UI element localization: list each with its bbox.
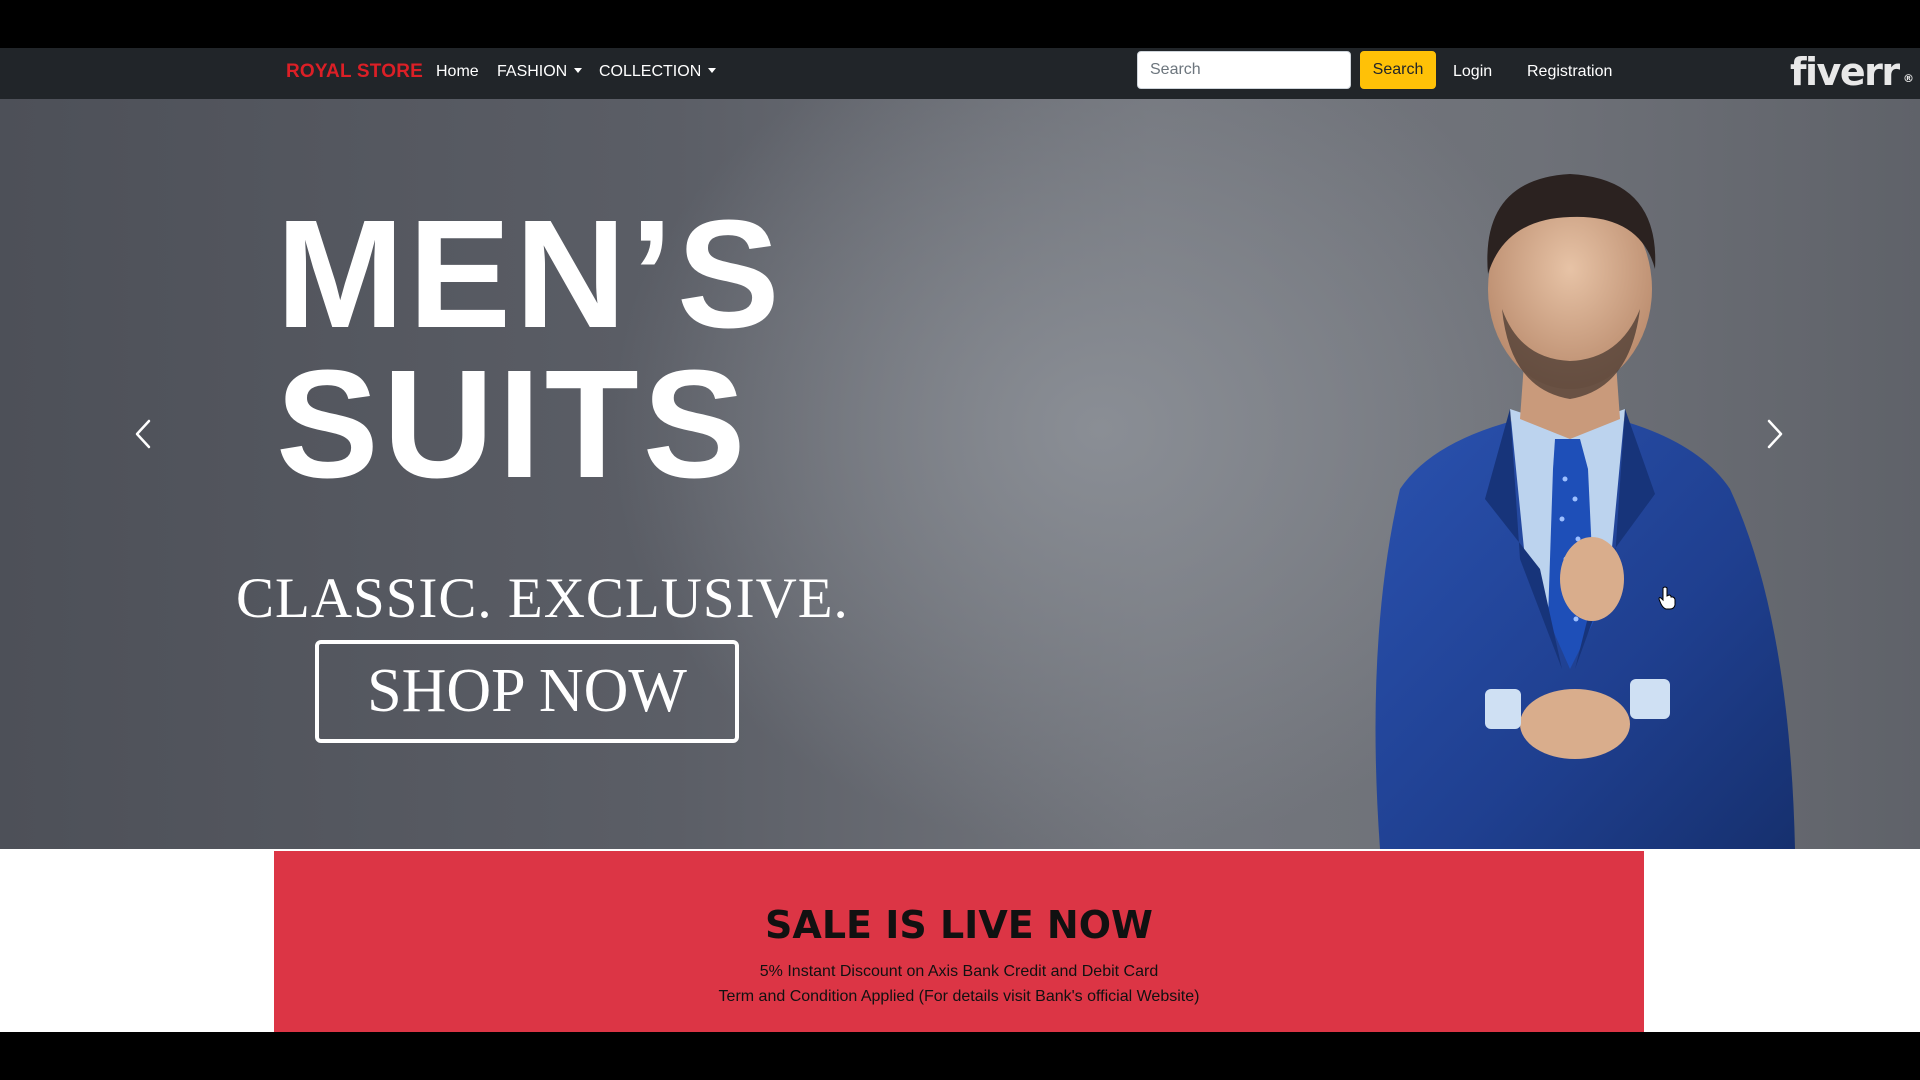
search-input[interactable] [1137,51,1351,89]
nav-fashion-label: FASHION [497,63,568,80]
hero-carousel: MEN’S SUITS CLASSIC. EXCLUSIVE. SHOP NOW [0,99,1920,849]
sale-terms-text: Term and Condition Applied (For details … [718,988,1200,1005]
shop-now-button[interactable]: SHOP NOW [315,640,739,743]
chevron-left-icon [135,419,151,449]
carousel-prev-button[interactable] [113,399,173,469]
brand-logo[interactable]: ROYAL STORE [286,61,423,83]
sale-discount-text: 5% Instant Discount on Axis Bank Credit … [759,963,1159,980]
navbar: ROYAL STORE Home FASHION COLLECTION Sear… [0,48,1920,99]
sale-banner: SALE IS LIVE NOW 5% Instant Discount on … [274,851,1644,1032]
model-image [1375,174,1795,849]
fiverr-watermark: fiverr ® [1790,50,1914,94]
registered-mark: ® [1903,72,1914,85]
nav-collection-dropdown[interactable]: COLLECTION [599,63,717,81]
hero-subtitle: CLASSIC. EXCLUSIVE. [236,567,849,630]
nav-home[interactable]: Home [436,63,479,81]
nav-fashion-dropdown[interactable]: FASHION [497,63,583,81]
hand-cursor-icon [1658,586,1676,610]
registration-link[interactable]: Registration [1527,63,1612,81]
nav-collection-label: COLLECTION [599,63,702,80]
nav-home-label: Home [436,63,479,80]
caret-down-icon [708,68,717,73]
login-link[interactable]: Login [1453,63,1492,81]
page: ROYAL STORE Home FASHION COLLECTION Sear… [0,48,1920,1032]
carousel-next-button[interactable] [1745,399,1805,469]
caret-down-icon [574,68,583,73]
fiverr-watermark-text: fiverr [1790,50,1900,94]
search-button[interactable]: Search [1360,51,1436,89]
chevron-right-icon [1767,419,1783,449]
sale-heading: SALE IS LIVE NOW [765,903,1153,947]
hero-title: MEN’S SUITS [276,188,784,510]
